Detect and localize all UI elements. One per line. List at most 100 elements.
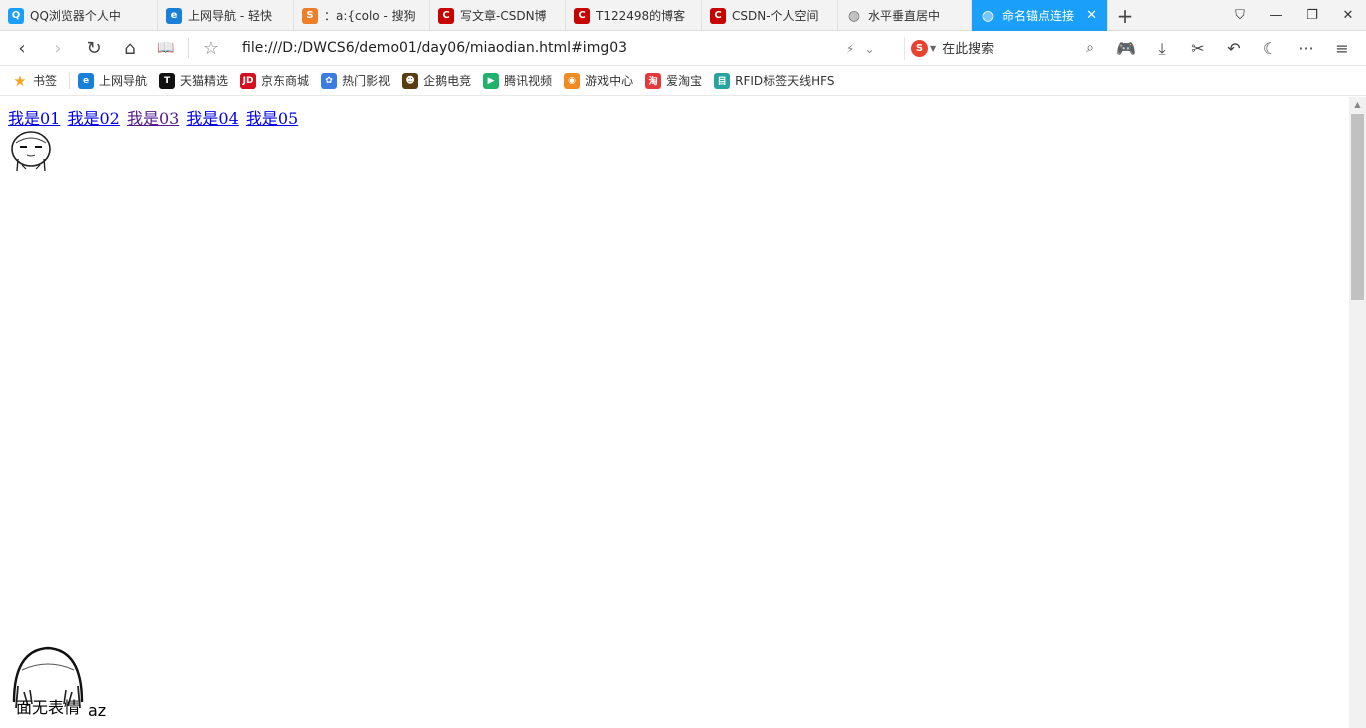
bookmark-item[interactable]: 目 RFID标签天线HFS <box>714 72 835 89</box>
undo-close-icon[interactable]: ↶ <box>1216 31 1252 66</box>
lightning-icon[interactable]: ⚡ <box>846 42 854 56</box>
back-button[interactable]: ‹ <box>4 31 40 66</box>
star-icon: ★ <box>13 71 27 90</box>
bookmark-item[interactable]: e 上网导航 <box>78 72 147 89</box>
trailing-text: az <box>88 701 107 720</box>
tab-7[interactable]: ◍ 命名锚点连接 ✕ <box>972 0 1108 31</box>
search-icon[interactable]: ⌕ <box>1086 40 1094 56</box>
bookmark-label: 天猫精选 <box>180 74 229 88</box>
night-mode-icon[interactable]: ☾ <box>1252 31 1288 66</box>
engine-dropdown-icon[interactable]: ▼ <box>930 44 936 53</box>
bookmark-label: 京东商城 <box>261 74 310 88</box>
tmall-icon: T <box>159 72 176 89</box>
skin-icon[interactable]: ⛉ <box>1222 0 1258 31</box>
csdn-icon: C <box>574 7 590 24</box>
window-controls: ⛉ — ❐ ✕ <box>1222 0 1366 31</box>
globe-icon: ◍ <box>981 7 995 24</box>
bookmark-star-icon[interactable]: ☆ <box>193 31 229 66</box>
page-content: 我是01 我是02 我是03 我是04 我是05 面无表情 az <box>0 97 1349 728</box>
tab-5[interactable]: C CSDN-个人空间 <box>702 0 838 31</box>
bookmark-item[interactable]: T 天猫精选 <box>159 72 228 89</box>
tab-label: 写文章-CSDN博 <box>460 9 547 23</box>
bookmark-item[interactable]: ▶ 腾讯视频 <box>483 72 552 89</box>
home-button[interactable]: ⌂ <box>112 31 148 66</box>
more-icon[interactable]: ··· <box>1288 31 1324 66</box>
close-window-button[interactable]: ✕ <box>1330 0 1366 31</box>
bookmark-label: 爱淘宝 <box>666 74 703 88</box>
anchor-link-list: 我是01 我是02 我是03 我是04 我是05 <box>8 105 300 129</box>
search-input[interactable] <box>942 41 1073 56</box>
tab-label: 命名锚点连接 <box>1002 9 1075 23</box>
anchor-link-5[interactable]: 我是05 <box>246 109 298 128</box>
search-box: S ▼ ⌕ <box>904 37 1100 60</box>
tab-6[interactable]: ◍ 水平垂直居中 <box>838 0 972 31</box>
paw-icon: ✿ <box>321 72 338 89</box>
chevron-down-icon[interactable]: ⌄ <box>864 42 874 56</box>
toolbar: 🎮 ⤓ ✂ ↶ ☾ ··· ≡ <box>1108 31 1360 66</box>
download-icon[interactable]: ⤓ <box>1144 31 1180 66</box>
bookmark-label: 腾讯视频 <box>504 74 553 88</box>
ie-navigation-icon: e <box>78 72 95 89</box>
anchor-link-1[interactable]: 我是01 <box>8 109 60 128</box>
bookmark-label: RFID标签天线HFS <box>735 74 835 88</box>
bookmark-item[interactable]: 淘爱淘宝 <box>645 72 702 89</box>
restore-button[interactable]: ❐ <box>1294 0 1330 31</box>
bookmark-label: 企鹅电竞 <box>423 74 472 88</box>
ie-navigation-icon: e <box>166 7 182 24</box>
rfid-icon: 目 <box>714 72 731 89</box>
close-tab-icon[interactable]: ✕ <box>1086 8 1097 23</box>
tab-label: 水平垂直居中 <box>868 9 941 23</box>
address-actions: ⚡ ⌄ <box>846 31 875 66</box>
tencent-video-icon: ▶ <box>483 72 500 89</box>
anchor-link-3[interactable]: 我是03 <box>127 109 179 128</box>
nav-divider <box>188 38 189 58</box>
meme-face-image-small <box>11 131 51 172</box>
bookmark-label: 上网导航 <box>99 74 148 88</box>
new-tab-button[interactable]: + <box>1108 0 1142 31</box>
minimize-button[interactable]: — <box>1258 0 1294 31</box>
csdn-icon: C <box>438 7 454 24</box>
anchor-link-2[interactable]: 我是02 <box>67 109 119 128</box>
reload-button[interactable]: ↻ <box>76 31 112 66</box>
image-caption: 面无表情 <box>16 698 81 717</box>
address-bar[interactable]: file:///D:/DWCS6/demo01/day06/miaodian.h… <box>242 31 627 66</box>
menu-icon[interactable]: ≡ <box>1324 31 1360 66</box>
bookmark-label: 书签 <box>33 74 58 88</box>
tab-0[interactable]: Q QQ浏览器个人中 <box>0 0 158 31</box>
bookmark-item[interactable]: ★ 书签 <box>12 71 58 90</box>
navigation-bar: ‹ › ↻ ⌂ 📖 ☆ file:///D:/DWCS6/demo01/day0… <box>0 31 1366 66</box>
reader-mode-icon[interactable]: 📖 <box>148 31 184 66</box>
bookmark-item[interactable]: ✿ 热门影视 <box>321 72 390 89</box>
vertical-scrollbar[interactable]: ▲ <box>1349 97 1366 728</box>
sogou-search-engine-icon[interactable]: S <box>911 40 928 57</box>
tab-label: T122498的博客 <box>596 9 686 23</box>
forward-button[interactable]: › <box>40 31 76 66</box>
bookmarks-bar: ★ 书签 e 上网导航 T 天猫精选 JD 京东商城 ✿ 热门影视 ☻ 企鹅电竞 ▶ 腾讯视频 ◉ 游戏中心淘… <box>0 66 1366 96</box>
jd-icon: JD <box>240 72 257 89</box>
bookmark-item[interactable]: ☻ 企鹅电竞 <box>402 72 471 89</box>
screenshot-cut-icon[interactable]: ✂ <box>1180 31 1216 66</box>
browser-window: Q QQ浏览器个人中 e 上网导航 - 轻快 S ：a:{colo - 搜狗 C 写文章-CS… <box>0 0 1366 728</box>
tab-label: CSDN-个人空间 <box>732 9 819 23</box>
gamepad-icon: ◉ <box>564 72 581 89</box>
penguin-esports-icon: ☻ <box>402 72 419 89</box>
qq-browser-icon: Q <box>8 7 24 24</box>
game-icon[interactable]: 🎮 <box>1108 31 1144 66</box>
tab-bar: Q QQ浏览器个人中 e 上网导航 - 轻快 S ：a:{colo - 搜狗 C 写文章-CS… <box>0 0 1366 31</box>
scroll-thumb[interactable] <box>1351 114 1364 300</box>
tab-label: 上网导航 - 轻快 <box>188 9 272 23</box>
tab-2[interactable]: S ：a:{colo - 搜狗 <box>294 0 430 31</box>
bookmark-divider <box>69 72 71 89</box>
bookmark-item[interactable]: JD 京东商城 <box>240 72 309 89</box>
anchor-link-4[interactable]: 我是04 <box>186 109 238 128</box>
csdn-icon: C <box>710 7 726 24</box>
tab-3[interactable]: C 写文章-CSDN博 <box>430 0 566 31</box>
tab-label: QQ浏览器个人中 <box>30 9 121 23</box>
tab-4[interactable]: C T122498的博客 <box>566 0 702 31</box>
tab-label: ：a:{colo - 搜狗 <box>324 9 416 23</box>
scroll-up-arrow-icon[interactable]: ▲ <box>1349 97 1366 112</box>
bookmark-item[interactable]: ◉ 游戏中心 <box>564 72 633 89</box>
bookmark-label: 游戏中心 <box>585 74 634 88</box>
tab-1[interactable]: e 上网导航 - 轻快 <box>158 0 294 31</box>
taobao-icon: 淘 <box>645 72 662 89</box>
